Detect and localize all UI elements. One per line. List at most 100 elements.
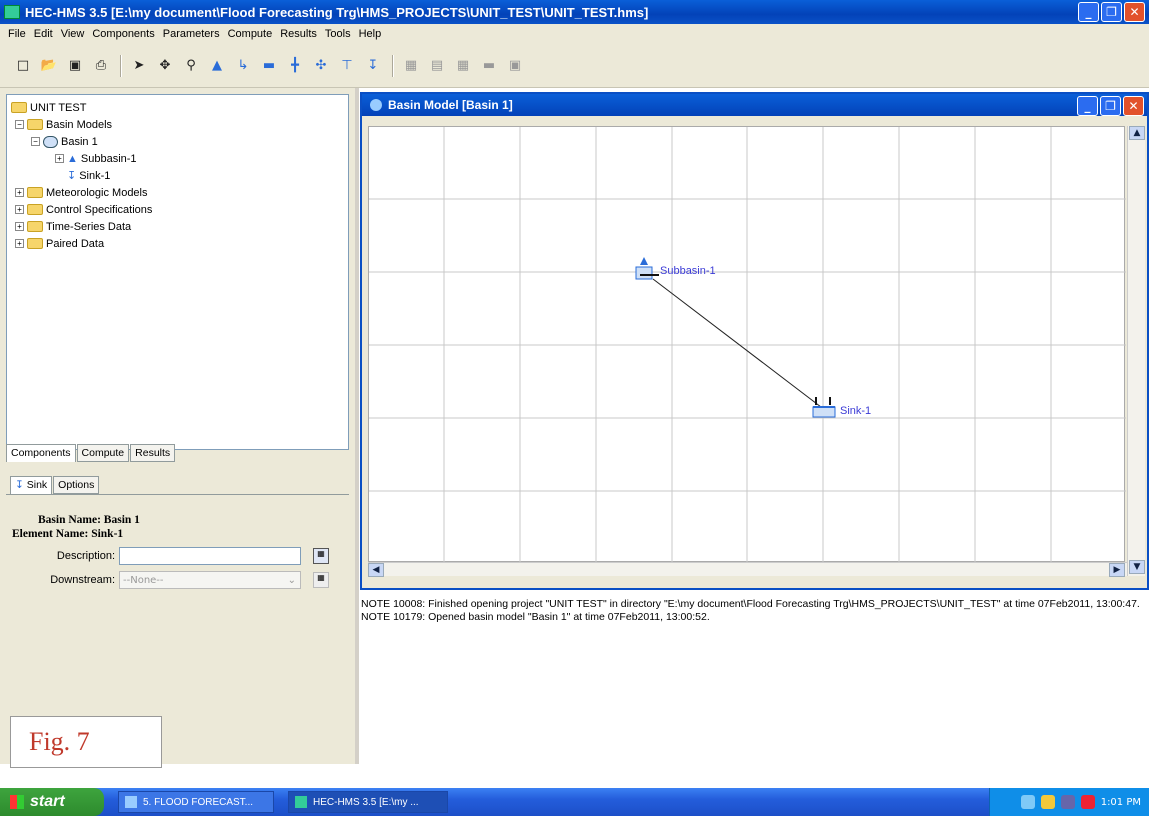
downstream-select[interactable]: --None-- ⌄: [119, 571, 301, 589]
new-icon[interactable]: □: [14, 57, 32, 75]
minimize-button[interactable]: _: [1077, 96, 1098, 116]
tree-label: Control Specifications: [46, 203, 153, 216]
basin-model-window: Basin Model [Basin 1] _ ❐ ✕ Subbasin-1 S…: [360, 92, 1149, 590]
search-icon[interactable]: [1080, 795, 1095, 809]
basin-canvas[interactable]: Subbasin-1 Sink-1: [368, 126, 1126, 563]
pan-icon[interactable]: ✥: [156, 57, 174, 75]
vertical-scrollbar[interactable]: ▲ ▼: [1127, 126, 1145, 576]
menu-view[interactable]: View: [57, 28, 89, 40]
start-label: start: [30, 793, 65, 810]
menu-help[interactable]: Help: [355, 28, 386, 40]
sink-icon: ↧: [67, 170, 77, 182]
description-field[interactable]: [119, 547, 301, 565]
tree-label: Paired Data: [46, 237, 105, 250]
subbasin-icon[interactable]: ▲: [208, 57, 226, 75]
menu-edit[interactable]: Edit: [30, 28, 57, 40]
junction-icon[interactable]: ╋: [286, 57, 304, 75]
menu-results[interactable]: Results: [276, 28, 321, 40]
menu-tools[interactable]: Tools: [321, 28, 355, 40]
description-label: Description:: [56, 550, 115, 562]
print-icon[interactable]: ⎙: [92, 57, 110, 75]
menu-compute[interactable]: Compute: [224, 28, 277, 40]
folder-icon: [27, 221, 43, 232]
expand-icon[interactable]: +: [15, 188, 24, 197]
scroll-up-button[interactable]: ▲: [1129, 126, 1145, 140]
save-icon[interactable]: ▣: [66, 57, 84, 75]
results-icon[interactable]: ▣: [506, 57, 524, 75]
tab-results[interactable]: Results: [130, 444, 176, 462]
downstream-selector-icon[interactable]: ▦: [313, 572, 329, 588]
tree-item-subbasin[interactable]: + ▲ Subbasin-1: [11, 150, 348, 167]
tree-label: Meteorologic Models: [46, 186, 148, 199]
tree-item-basin[interactable]: − Basin 1: [11, 133, 348, 150]
network-icon[interactable]: [1020, 795, 1035, 809]
diversion-icon[interactable]: ✣: [312, 57, 330, 75]
restore-button[interactable]: ❐: [1101, 2, 1122, 22]
expand-icon[interactable]: +: [15, 205, 24, 214]
tab-sink[interactable]: ↧ Sink: [10, 476, 53, 494]
taskbar-item-active[interactable]: HEC-HMS 3.5 [E:\my ...: [288, 791, 448, 813]
start-button[interactable]: start: [0, 788, 104, 816]
tab-label: Sink: [26, 479, 48, 491]
app-icon: [295, 796, 307, 808]
expand-icon[interactable]: +: [15, 239, 24, 248]
tree-item-sink[interactable]: ↧ Sink-1: [11, 167, 348, 184]
scroll-left-button[interactable]: ◀: [368, 563, 384, 577]
security-icon[interactable]: [1060, 795, 1075, 809]
tab-components[interactable]: Components: [6, 444, 76, 462]
close-button[interactable]: ✕: [1123, 96, 1144, 116]
expand-icon[interactable]: +: [55, 154, 64, 163]
tree-item-paired[interactable]: + Paired Data: [11, 235, 348, 252]
menu-components[interactable]: Components: [88, 28, 158, 40]
reservoir-icon[interactable]: ▬: [260, 57, 278, 75]
minimize-button[interactable]: _: [1078, 2, 1099, 22]
basin-window-title: Basin Model [Basin 1]: [388, 98, 513, 112]
tab-compute[interactable]: Compute: [76, 444, 130, 462]
downstream-label: Downstream:: [50, 574, 115, 586]
basin-map: [369, 127, 1126, 563]
source-icon[interactable]: ⊤: [338, 57, 356, 75]
tree-item-meteorologic[interactable]: + Meteorologic Models: [11, 184, 348, 201]
restore-button[interactable]: ❐: [1100, 96, 1121, 116]
horizontal-scrollbar[interactable]: ◀ ▶: [368, 562, 1127, 577]
folder-icon: [27, 187, 43, 198]
open-icon[interactable]: 📂: [40, 57, 58, 75]
graph-icon[interactable]: ▦: [454, 57, 472, 75]
reach-icon[interactable]: ↳: [234, 57, 252, 75]
tree-item-root[interactable]: UNIT TEST: [11, 99, 348, 116]
element-name: Element Name: Sink-1: [12, 528, 124, 540]
menu-file[interactable]: File: [4, 28, 30, 40]
subbasin-label[interactable]: Subbasin-1: [660, 265, 716, 277]
arrow-icon[interactable]: ➤: [130, 57, 148, 75]
compute-icon[interactable]: ▦: [402, 57, 420, 75]
scroll-right-button[interactable]: ▶: [1109, 563, 1125, 577]
tree-item-basin-models[interactable]: − Basin Models: [11, 116, 348, 133]
tree-item-timeseries[interactable]: + Time-Series Data: [11, 218, 348, 235]
subbasin-icon[interactable]: [635, 257, 659, 280]
tree-label: UNIT TEST: [30, 101, 87, 114]
folder-icon: [27, 204, 43, 215]
sink-icon[interactable]: ↧: [364, 57, 382, 75]
zoom-icon[interactable]: ⚲: [182, 57, 200, 75]
volume-icon[interactable]: [1040, 795, 1055, 809]
expand-icon[interactable]: +: [15, 222, 24, 231]
sink-label[interactable]: Sink-1: [840, 405, 871, 417]
tree-item-control[interactable]: + Control Specifications: [11, 201, 348, 218]
collapse-icon[interactable]: −: [15, 120, 24, 129]
description-editor-icon[interactable]: ▦: [313, 548, 329, 564]
tree-label: Sink-1: [79, 169, 111, 182]
system-tray: 1:01 PM: [989, 788, 1149, 816]
taskbar: start 5. FLOOD FORECAST... HEC-HMS 3.5 […: [0, 788, 1149, 816]
table-icon[interactable]: ▤: [428, 57, 446, 75]
sink-icon[interactable]: [812, 397, 836, 418]
taskbar-item[interactable]: 5. FLOOD FORECAST...: [118, 791, 274, 813]
toolbar: □ 📂 ▣ ⎙ ➤ ✥ ⚲ ▲ ↳ ▬ ╋ ✣ ⊤ ↧ ▦ ▤ ▦ ▬ ▣: [0, 44, 1149, 88]
close-button[interactable]: ✕: [1124, 2, 1145, 22]
summary-icon[interactable]: ▬: [480, 57, 498, 75]
menu-parameters[interactable]: Parameters: [159, 28, 224, 40]
tab-options[interactable]: Options: [53, 476, 100, 494]
scroll-down-button[interactable]: ▼: [1129, 560, 1145, 574]
collapse-icon[interactable]: −: [31, 137, 40, 146]
message-line: NOTE 10008: Finished opening project "UN…: [361, 598, 1140, 610]
tree-label: Subbasin-1: [80, 152, 137, 165]
